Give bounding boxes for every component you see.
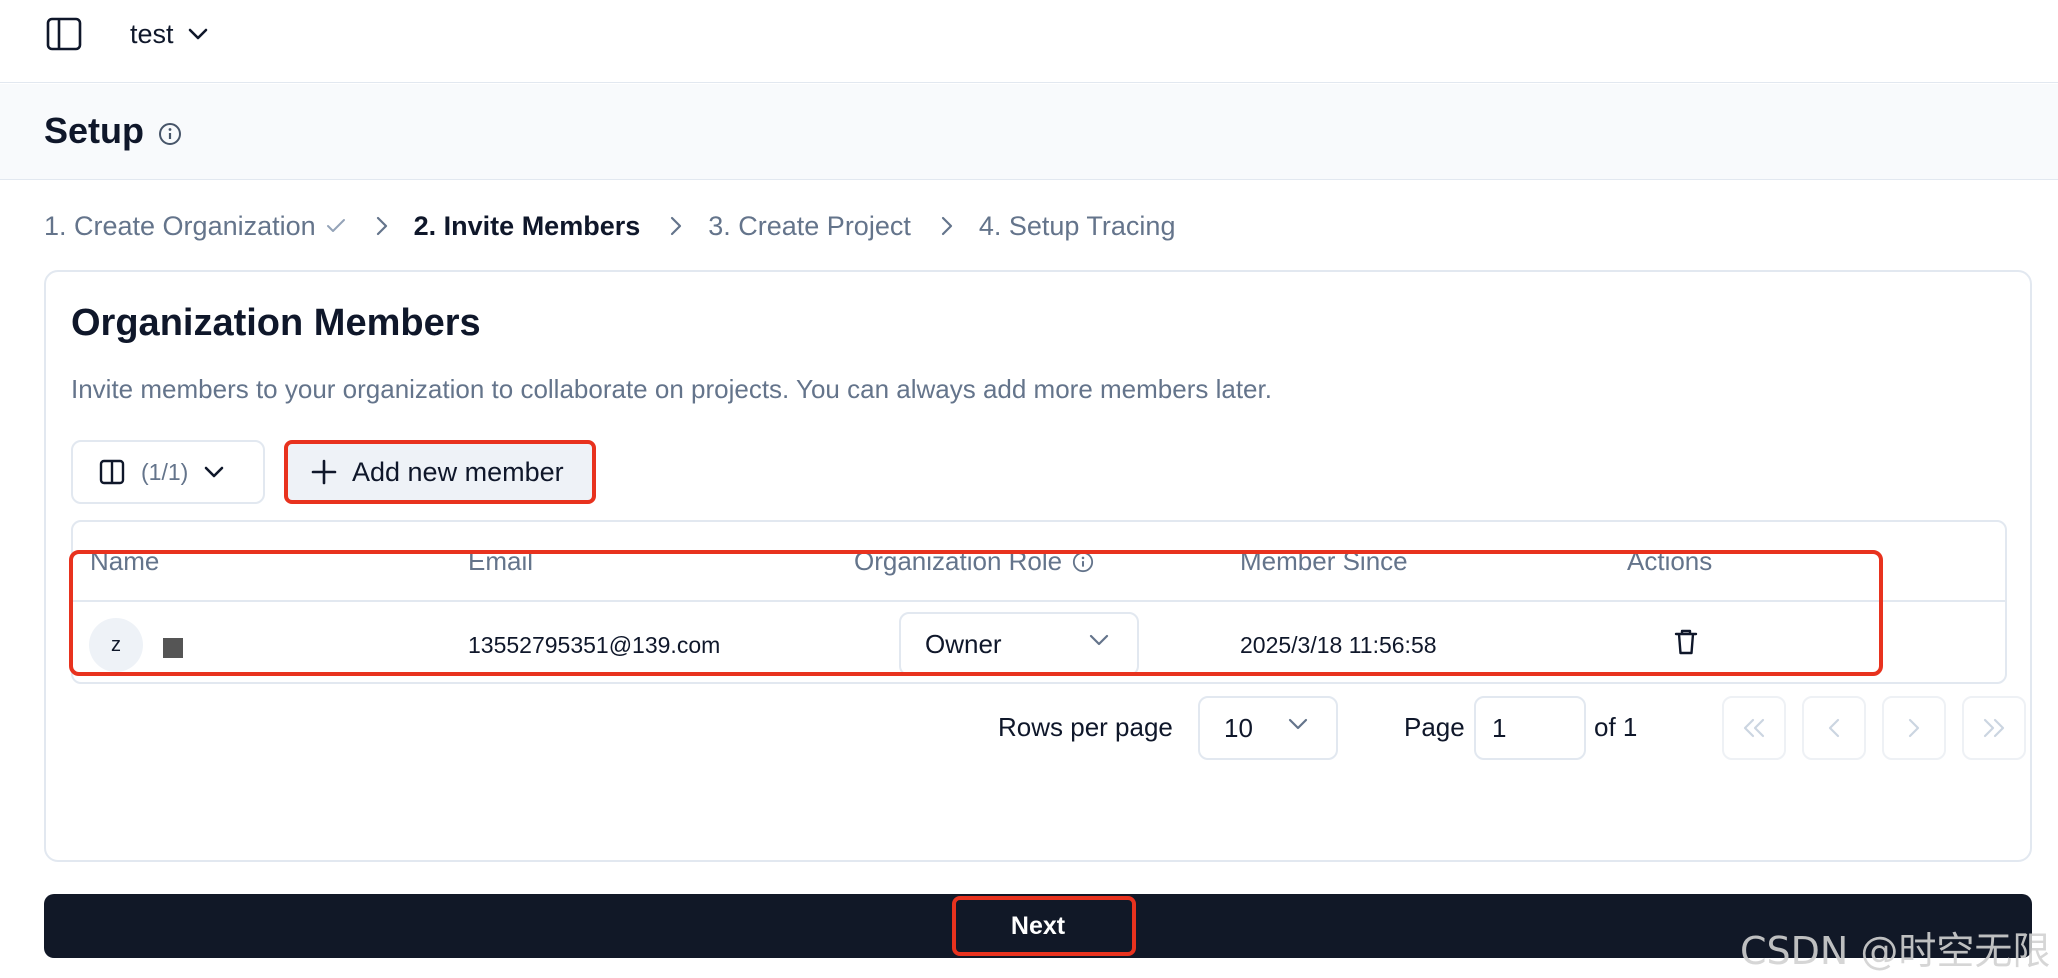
- card-title: Organization Members: [71, 302, 481, 344]
- table-row: z 13552795351@139.com Owner 2025/3/18 11…: [73, 604, 2005, 682]
- card-description: Invite members to your organization to c…: [71, 374, 1272, 404]
- chevron-down-icon: [204, 466, 224, 478]
- columns-icon: [99, 459, 125, 485]
- pagination: Rows per page 10 Page 1 of 1: [46, 696, 2030, 760]
- chevron-down-icon: [1288, 718, 1308, 730]
- avatar-initial: z: [111, 633, 121, 656]
- project-switcher[interactable]: test: [130, 14, 208, 54]
- chevron-down-icon: [1089, 634, 1109, 646]
- column-header-email[interactable]: Email: [468, 546, 533, 577]
- table-header: Name Email Organization Role Member Sinc…: [73, 522, 2005, 602]
- page-title: Setup: [44, 110, 145, 151]
- next-page-button[interactable]: [1882, 696, 1946, 760]
- chevron-right-icon: [670, 216, 682, 236]
- column-header-name[interactable]: Name: [90, 546, 159, 577]
- step-create-project[interactable]: 3. Create Project: [708, 211, 911, 242]
- column-count: (1/1): [141, 458, 189, 485]
- rows-per-page-label: Rows per page: [998, 712, 1173, 742]
- page-total-label: of 1: [1594, 712, 1638, 742]
- sidebar-toggle-icon[interactable]: [44, 16, 84, 52]
- column-visibility-button[interactable]: (1/1): [71, 440, 265, 504]
- column-header-actions: Actions: [1627, 546, 1713, 576]
- first-page-button[interactable]: [1722, 696, 1786, 760]
- add-new-member-label: Add new member: [352, 456, 564, 487]
- members-table: Name Email Organization Role Member Sinc…: [71, 520, 2007, 684]
- chevron-down-icon: [188, 28, 207, 40]
- chevron-left-icon: [1828, 718, 1840, 738]
- member-email: 13552795351@139.com: [468, 632, 721, 658]
- chevrons-left-icon: [1743, 718, 1765, 738]
- page-number-input[interactable]: 1: [1474, 696, 1586, 760]
- project-name: test: [130, 18, 174, 49]
- role-select[interactable]: Owner: [899, 612, 1139, 676]
- trash-icon[interactable]: [1673, 628, 1699, 661]
- organization-members-card: Organization Members Invite members to y…: [44, 270, 2032, 862]
- info-icon[interactable]: [158, 122, 182, 151]
- last-page-button[interactable]: [1962, 696, 2026, 760]
- chevron-right-icon: [376, 216, 388, 236]
- column-header-role-label: Organization Role: [854, 546, 1063, 576]
- next-button-label: Next: [1010, 911, 1066, 940]
- step-invite-members[interactable]: 2. Invite Members: [414, 211, 641, 242]
- plus-icon: [311, 459, 337, 485]
- rows-per-page-value: 10: [1224, 712, 1253, 743]
- step-create-organization[interactable]: 1. Create Organization: [44, 211, 346, 242]
- check-icon: [326, 219, 345, 232]
- next-button[interactable]: Next: [44, 894, 2032, 958]
- page-number-value: 1: [1492, 712, 1507, 743]
- step-label: 1. Create Organization: [44, 210, 316, 241]
- chevron-right-icon: [941, 216, 953, 236]
- top-bar: test: [0, 0, 2058, 83]
- info-icon[interactable]: [1072, 551, 1094, 573]
- chevron-right-icon: [1908, 718, 1920, 738]
- step-label: 4. Setup Tracing: [978, 210, 1176, 241]
- watermark: CSDN @时空无限: [1740, 929, 2051, 973]
- page-label: Page: [1404, 712, 1465, 742]
- member-since: 2025/3/18 11:56:58: [1240, 632, 1437, 658]
- step-label: 2. Invite Members: [413, 210, 641, 241]
- step-setup-tracing[interactable]: 4. Setup Tracing: [979, 211, 1176, 242]
- page-header: Setup: [0, 84, 2058, 180]
- avatar: z: [89, 618, 143, 672]
- previous-page-button[interactable]: [1802, 696, 1866, 760]
- rows-per-page-select[interactable]: 10: [1198, 696, 1338, 760]
- role-value: Owner: [925, 628, 1002, 659]
- column-header-role[interactable]: Organization Role: [854, 546, 1094, 577]
- add-new-member-button[interactable]: Add new member: [286, 442, 594, 502]
- column-header-member-since[interactable]: Member Since: [1240, 546, 1408, 577]
- redacted-name: [163, 638, 183, 658]
- chevrons-right-icon: [1983, 718, 2005, 738]
- setup-stepper: 1. Create Organization 2. Invite Members…: [44, 206, 1175, 246]
- step-label: 3. Create Project: [708, 210, 911, 241]
